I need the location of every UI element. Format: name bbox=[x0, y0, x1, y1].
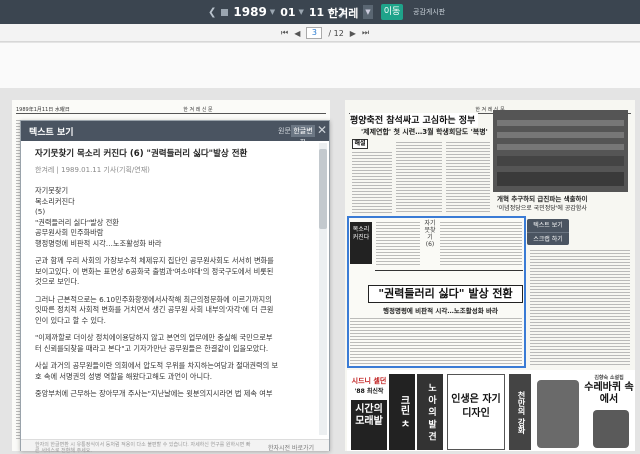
ad-novel-author: 김향숙 소설집 bbox=[594, 375, 624, 381]
panel-title: 텍스트 보기 bbox=[29, 128, 74, 138]
ad-life-design: 인생은 자기 디자인 bbox=[447, 374, 505, 450]
news-photo bbox=[493, 110, 628, 192]
footer-note: 한자의 한글변환 시 유통정식이서 등처럼 적용이 다소 불편할 수 있습니다.… bbox=[35, 442, 251, 454]
article-line: 자기뭇찾기 bbox=[35, 186, 69, 195]
text-column bbox=[352, 152, 392, 214]
official-board-link[interactable]: 공감게시판 bbox=[413, 7, 445, 17]
article-banner-headline: "권력들러리 싫다" 발상 전환 bbox=[368, 285, 523, 303]
ad-sheldon-book: 시간의 모래밭 bbox=[351, 400, 387, 450]
text-column bbox=[350, 318, 522, 364]
prev-page-icon[interactable]: ◀ bbox=[294, 29, 300, 38]
article-line: "권력들러리 싫다"발상 전환 bbox=[35, 217, 119, 227]
article-meta: 한겨레 | 1989.01.11 기사(기획/연재) bbox=[35, 166, 150, 174]
ad-river: 천만의 강화 bbox=[509, 374, 531, 450]
series-vertical-title: 자기뭇찾기 (6) bbox=[424, 220, 436, 248]
article-subhead: '제제연합' 첫 시련…3월 학생회담도 '복병' bbox=[361, 128, 488, 136]
month-select[interactable]: 01 bbox=[280, 6, 295, 19]
prev-date-icon[interactable]: ❮ bbox=[208, 7, 216, 18]
current-page-input[interactable]: 3 bbox=[306, 27, 323, 39]
caption-line: 개혁 추구하되 급진파는 색출하이 bbox=[497, 195, 588, 203]
page-navigation-bar: ⏮ ◀ 3 / 12 ▶ ⏭ bbox=[0, 24, 640, 42]
scrollbar[interactable] bbox=[319, 143, 327, 435]
ad-sheldon-title: 시드니 셀던 bbox=[351, 377, 387, 385]
article-line: 행정명령에 비판적 시각…노조활성화 바라 bbox=[35, 238, 162, 248]
article-line: 호 속에 서명권의 성병 역할을 해왔다고해도 과언이 아니다. bbox=[35, 371, 212, 381]
top-navigation-bar: ❮ 1989 ▼ 01 ▼ 11 ▼ ❯ 한겨레 ▼ 이동 공감게시판 bbox=[0, 0, 640, 24]
advertisement-area: 시드니 셀던 '88 최신작 시간의 모래밭 크린 ㅊ 노 아 의 발 견 인생… bbox=[347, 370, 635, 451]
article-line: 잇따른 정치적 사회적 변화를 거치면서 생긴 공무원 사회 내부의'자각'에 … bbox=[35, 305, 274, 314]
next-page-icon[interactable]: ▶ bbox=[350, 29, 356, 38]
calendar-icon[interactable] bbox=[221, 8, 229, 16]
ad-sheldon-sub: '88 최신작 bbox=[354, 388, 384, 395]
caption-line: '이념정당으로 국민정당'에 공감함사 bbox=[497, 205, 587, 212]
article-line: "이제까할로 더이상 정치에이용당하지 않고 본연의 업무에만 충실해 국민으로… bbox=[35, 333, 273, 342]
article-title: 자기뭇찾기 목소리 커진다 (6) "권력들러리 싫다"발상 전환 bbox=[35, 149, 248, 159]
article-line: 사실 과거의 공무원들이란 의회에서 압도적 우위를 차지하는여당과 절대권력의… bbox=[35, 361, 279, 370]
article-banner-subhead: 행정명령에 비판적 시각…노조활성화 바라 bbox=[383, 307, 498, 315]
ad-noah: 노 아 의 발 견 bbox=[417, 374, 443, 450]
original-button[interactable]: 원문 bbox=[278, 126, 291, 136]
article-headline: 평양축전 참석싸고 고심하는 정부 bbox=[350, 113, 478, 127]
text-column bbox=[530, 250, 630, 365]
page-header: 1989年1月11日 水曜日 한 겨 레 신 문 bbox=[16, 106, 326, 114]
page-date: 1989年1月11日 水曜日 bbox=[16, 107, 70, 113]
text-column bbox=[446, 142, 490, 214]
toolbar-spacer bbox=[0, 43, 640, 88]
chevron-down-icon[interactable]: ▼ bbox=[270, 8, 275, 16]
article-line: 공무원사회 민주화바람 bbox=[35, 228, 104, 237]
article-line: 중앙부처에 근무하는 장아무개 주사는"지난날에는 윗분의지시라면 법 제속 여… bbox=[35, 389, 273, 398]
article-line: (5) bbox=[35, 207, 46, 216]
article-line: 목소리커진다 bbox=[35, 196, 75, 206]
masthead: 한 겨 레 신 문 bbox=[183, 107, 213, 113]
article-line: 그러나 근본적으로는 6.10민주화항쟁에서사작해 최근의정문화에 이르기까지의 bbox=[35, 294, 272, 304]
article-lines: 자기뭇찾기 목소리커진다 (5) "권력들러리 싫다"발상 전환 공무원사회 민주화바… bbox=[35, 186, 307, 400]
ad-portrait bbox=[593, 410, 629, 448]
article-line: 인이 있다고 할 수 있다. bbox=[35, 315, 106, 325]
ad-portrait bbox=[537, 380, 579, 448]
series-logo: 목소리 커진다 bbox=[350, 222, 372, 264]
text-view-panel: 텍스트 보기 원문 한글변환 ✕ 자기뭇찾기 목소리 커진다 (6) "권력들러… bbox=[20, 120, 330, 454]
panel-footer: 한자의 한글변환 시 유통정식이서 등처럼 적용이 다소 불편할 수 있습니다.… bbox=[21, 439, 329, 454]
chevron-down-icon[interactable]: ▼ bbox=[299, 8, 304, 16]
article-line: 군과 함께 우리 사회의 가장보수적 체제유지 집단인 공무원사회도 서서히 변… bbox=[35, 256, 274, 265]
hangul-convert-button[interactable]: 한글변환 bbox=[291, 125, 315, 147]
day-select[interactable]: 11 bbox=[309, 6, 324, 19]
panel-header: 텍스트 보기 원문 한글변환 ✕ bbox=[21, 121, 329, 147]
first-page-icon[interactable]: ⏮ bbox=[281, 28, 288, 38]
text-column bbox=[396, 142, 442, 214]
scrollbar-thumb[interactable] bbox=[319, 149, 327, 229]
article-text-body[interactable]: 자기뭇찾기 목소리 커진다 (6) "권력들러리 싫다"발상 전환 한겨레 | … bbox=[21, 141, 317, 439]
article-line: 보이고있다. 이 변화는 표면상 6공화국 출범과'여소야대'의 정국구도에서 … bbox=[35, 266, 274, 276]
close-icon[interactable]: ✕ bbox=[317, 123, 327, 137]
text-view-menu-item[interactable]: 텍스트 보기 bbox=[527, 219, 569, 232]
photo-caption: 개혁 추구하되 급진파는 색출하이 '이념정당으로 국민정당'에 공감함사 bbox=[497, 195, 588, 213]
date-navigator: ❮ 1989 ▼ 01 ▼ 11 ▼ ❯ bbox=[208, 3, 346, 21]
analysis-label: 해설 bbox=[352, 139, 368, 149]
pager: ⏮ ◀ 3 / 12 ▶ ⏭ bbox=[281, 27, 369, 39]
newspaper-dropdown-icon[interactable]: ▼ bbox=[363, 5, 373, 19]
text-column bbox=[440, 222, 522, 266]
article-line: 터 신뢰를되찾을 때라고 본다"고 기자가만난 공무원들은 한결같이 입을모았다… bbox=[35, 343, 269, 353]
newspaper-name[interactable]: 한겨레 bbox=[328, 5, 358, 21]
article-line: 것으로 보인다. bbox=[35, 277, 80, 286]
ad-wheel: 수레바퀴 속에서 bbox=[584, 382, 634, 405]
year-select[interactable]: 1989 bbox=[233, 5, 266, 19]
ad-clean: 크린 ㅊ bbox=[389, 374, 415, 450]
move-button[interactable]: 이동 bbox=[381, 4, 403, 20]
text-column bbox=[376, 222, 420, 266]
article-context-menu: 텍스트 보기 스크랩 하기 bbox=[527, 219, 569, 245]
last-page-icon[interactable]: ⏭ bbox=[362, 28, 369, 38]
scrap-menu-item[interactable]: 스크랩 하기 bbox=[527, 232, 569, 245]
divider bbox=[375, 270, 523, 271]
total-pages: / 12 bbox=[328, 28, 344, 38]
